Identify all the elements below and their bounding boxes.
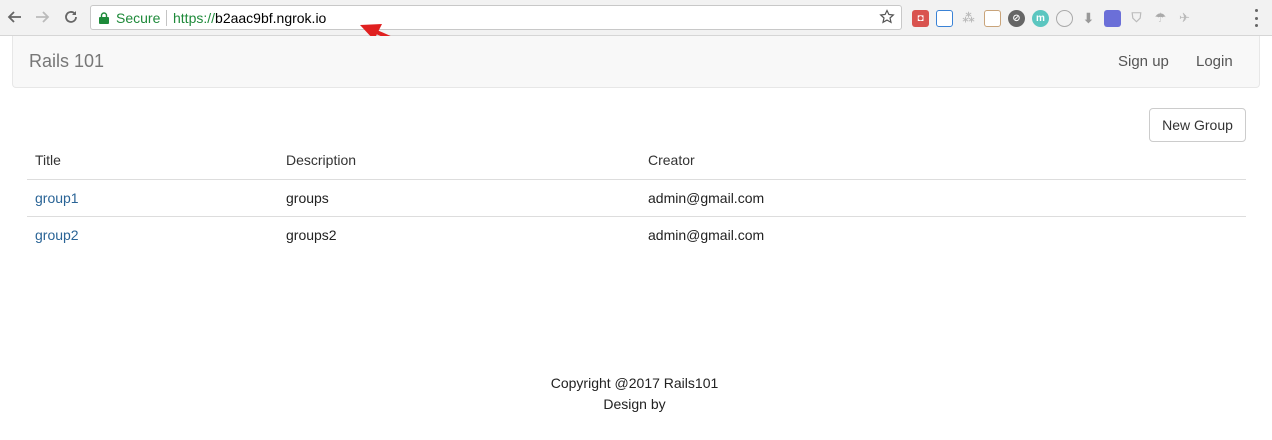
row-creator: admin@gmail.com xyxy=(640,179,1246,217)
secure-label: Secure xyxy=(116,10,161,26)
table-header-row: Title Description Creator xyxy=(27,142,1246,180)
address-bar[interactable]: Secure https://b2aac9bf.ngrok.io xyxy=(90,5,902,30)
table-row: group1 groups admin@gmail.com xyxy=(27,179,1246,217)
circle-icon[interactable] xyxy=(1056,9,1073,27)
login-link[interactable]: Login xyxy=(1196,53,1233,70)
parachute-icon[interactable]: ☂ xyxy=(1152,10,1169,27)
footer-copyright: Copyright @2017 Rails101 xyxy=(550,375,719,391)
url-text: https://b2aac9bf.ngrok.io xyxy=(173,10,326,26)
row-description: groups xyxy=(278,179,640,217)
footer-design: Design by xyxy=(603,396,666,412)
header-description: Description xyxy=(278,142,640,180)
url-scheme: https:// xyxy=(173,10,216,26)
groups-table: Title Description Creator group1 groups … xyxy=(27,142,1246,253)
page-footer: Copyright @2017 Rails101 Design by xyxy=(0,373,1269,415)
browser-menu-icon[interactable] xyxy=(1252,9,1260,27)
download-icon[interactable]: ⬇ xyxy=(1080,10,1097,27)
screenshot-icon[interactable] xyxy=(936,9,953,27)
bookmark-star-icon[interactable] xyxy=(879,9,895,25)
brand-link[interactable]: Rails 101 xyxy=(29,51,104,72)
pocket-icon[interactable]: ◘ xyxy=(912,9,929,27)
lock-icon xyxy=(99,12,109,24)
omnibox-separator xyxy=(166,10,167,26)
bird-icon[interactable]: ✈ xyxy=(1176,10,1193,27)
signup-link[interactable]: Sign up xyxy=(1118,53,1169,70)
page-icon[interactable] xyxy=(1104,9,1121,27)
back-button[interactable] xyxy=(4,6,26,28)
group-link[interactable]: group1 xyxy=(35,190,79,206)
back-arrow-icon xyxy=(7,11,21,23)
m-icon[interactable]: m xyxy=(1032,9,1049,27)
shield-icon[interactable]: ⛉ xyxy=(1128,10,1145,27)
row-description: groups2 xyxy=(286,226,337,243)
new-group-button[interactable]: New Group xyxy=(1149,108,1246,142)
table-row: group2 groups2 admin@gmail.com xyxy=(27,216,1246,253)
forward-button[interactable] xyxy=(31,6,53,28)
row-creator: admin@gmail.com xyxy=(648,226,765,243)
header-creator: Creator xyxy=(640,142,1246,180)
notes-icon[interactable] xyxy=(984,9,1001,27)
row-title-cell: group1 xyxy=(27,179,278,217)
app-navbar: Rails 101 Sign up Login xyxy=(12,36,1260,88)
header-title: Title xyxy=(27,142,278,180)
row-title-cell: group2 xyxy=(27,216,278,253)
extension-bar: ◘ ⁂ ⊘ m ⬇ ⛉ ☂ ✈ xyxy=(912,8,1193,28)
browser-toolbar: Secure https://b2aac9bf.ngrok.io ◘ ⁂ ⊘ m… xyxy=(0,0,1272,36)
tree-icon[interactable]: ⁂ xyxy=(960,10,977,27)
group-link[interactable]: group2 xyxy=(35,227,79,243)
reload-button[interactable] xyxy=(60,6,82,28)
compass-icon[interactable]: ⊘ xyxy=(1008,9,1025,27)
url-host: b2aac9bf.ngrok.io xyxy=(215,10,327,26)
reload-icon xyxy=(65,11,77,23)
forward-arrow-icon xyxy=(36,11,50,23)
